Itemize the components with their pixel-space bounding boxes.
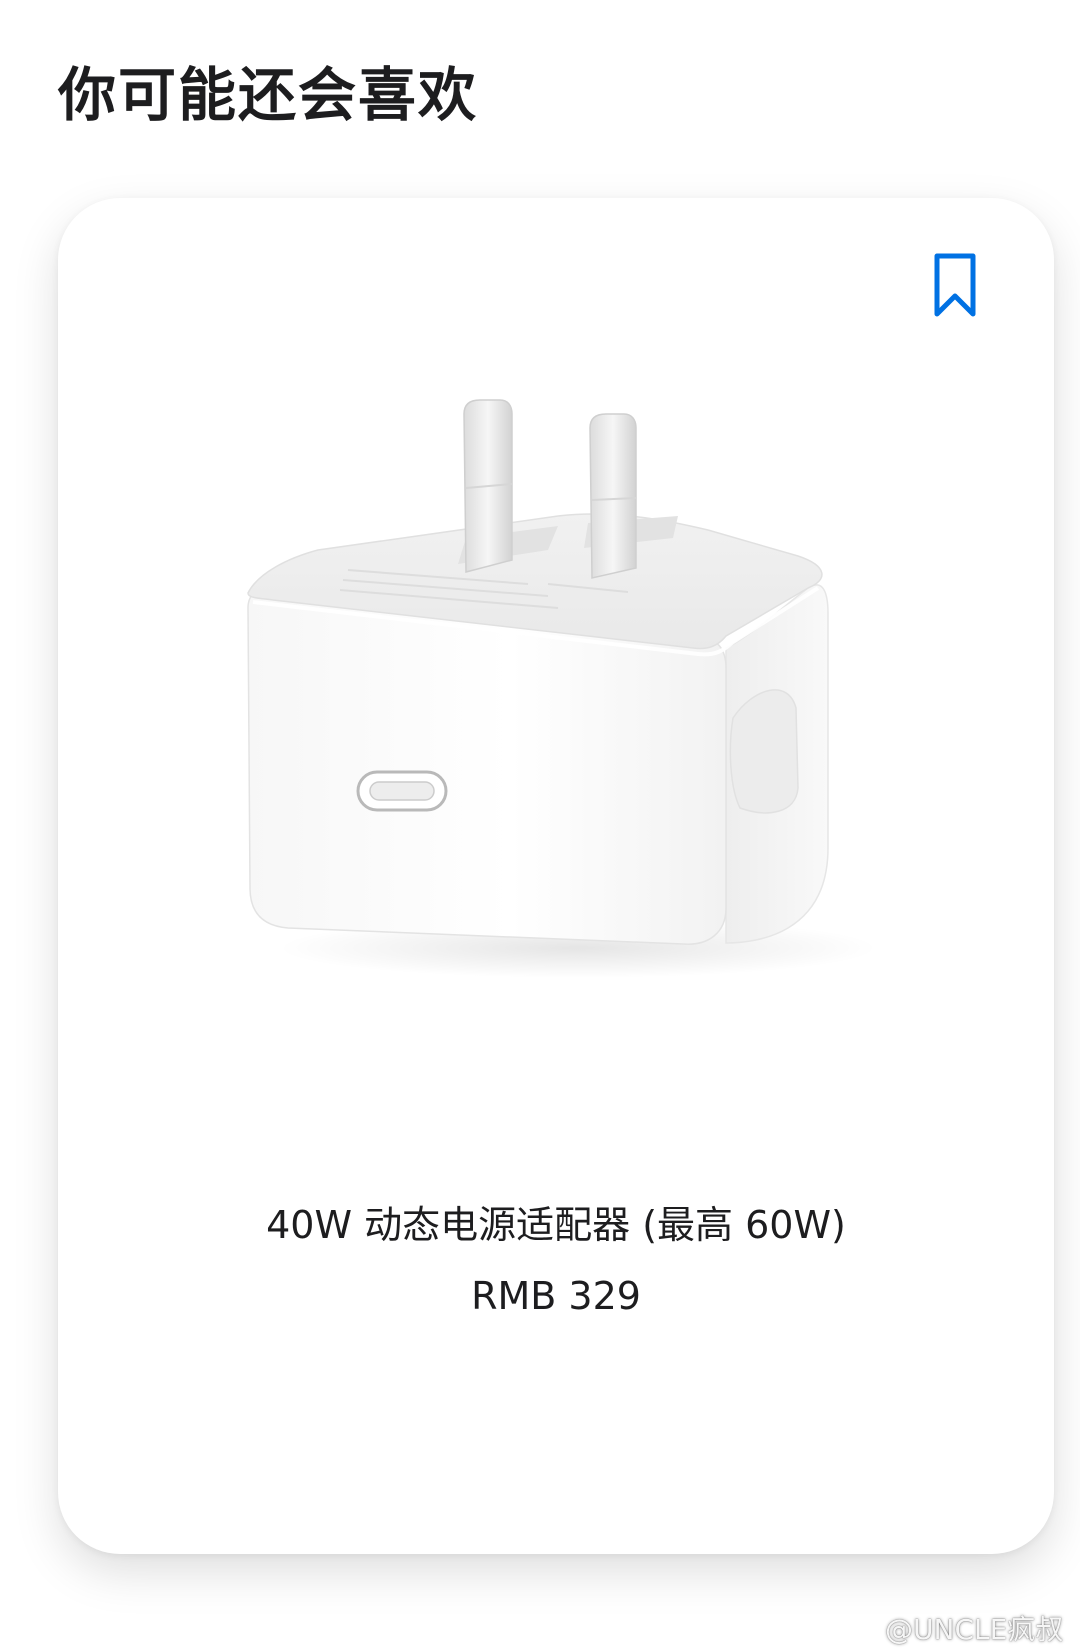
product-name[interactable]: 40W 动态电源适配器 (最高 60W) [58,1200,1054,1250]
watermark-text: @UNCLE疯叔 [885,1613,1064,1646]
watermark: @UNCLE疯叔 [845,1610,1063,1646]
product-card[interactable]: 40W 动态电源适配器 (最高 60W) RMB 329 [58,198,1054,1554]
section-title: 你可能还会喜欢 [58,61,479,129]
power-adapter-image[interactable] [228,388,928,1008]
bookmark-button[interactable] [920,246,990,326]
weibo-icon [845,1616,878,1642]
bookmark-icon [934,253,976,317]
product-price: RMB 329 [471,1274,641,1318]
